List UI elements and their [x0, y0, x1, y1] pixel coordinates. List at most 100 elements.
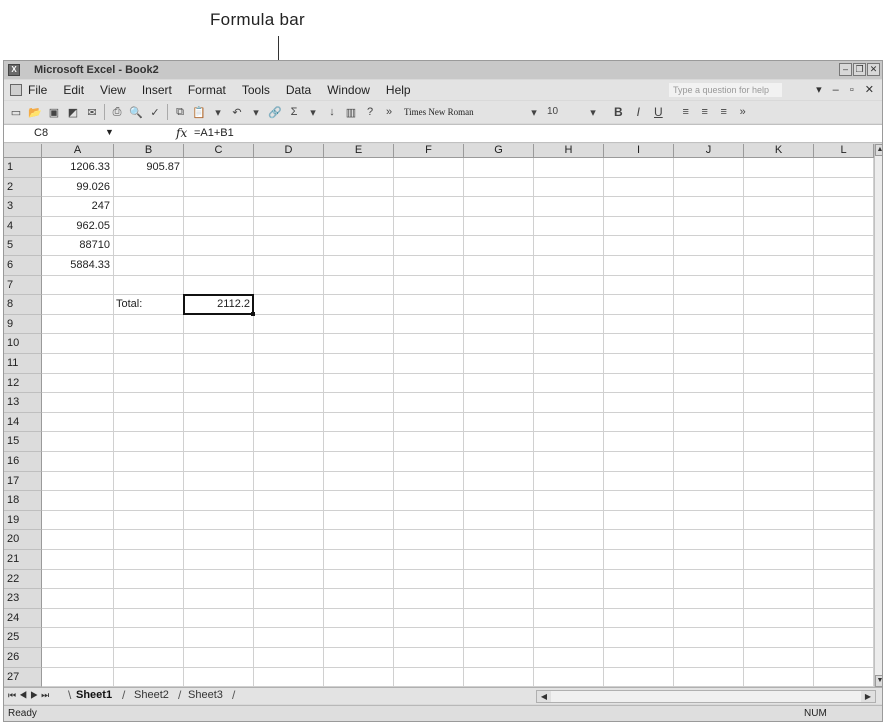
worksheet-grid[interactable]: ABCDEFGHIJKL 1 2 3 4 5 6 7 8 9 10 11 12 13 14 15 16 17 18…	[4, 144, 874, 688]
column-header-h[interactable]: H	[534, 144, 604, 158]
row-header-2[interactable]: 2	[4, 177, 42, 198]
row-header-27[interactable]: 27	[4, 667, 42, 688]
row-header-13[interactable]: 13	[4, 393, 42, 413]
row-header-26[interactable]: 26	[4, 648, 42, 668]
dropdown-arrow-icon[interactable]: ▾	[249, 105, 263, 119]
scroll-right-icon[interactable]: ▶	[861, 691, 875, 702]
print-icon[interactable]: ⎙	[110, 105, 124, 119]
menu-insert[interactable]: Insert	[142, 83, 172, 97]
tab-sheet3[interactable]: Sheet3	[188, 689, 223, 701]
dropdown-arrow-icon[interactable]: ▾	[586, 105, 600, 119]
dropdown-arrow-icon[interactable]: ▾	[211, 105, 225, 119]
row-header-6[interactable]: 6	[4, 256, 42, 276]
open-icon[interactable]: 📂	[28, 105, 42, 119]
column-header-b[interactable]: B	[114, 144, 184, 158]
scroll-left-icon[interactable]: ◀	[537, 691, 551, 702]
ask-question-box[interactable]: Type a question for help	[668, 82, 783, 98]
row-header-12[interactable]: 12	[4, 373, 42, 394]
menu-data[interactable]: Data	[286, 83, 311, 97]
sort-ascending-icon[interactable]: ↓	[325, 105, 339, 119]
cell-c8[interactable]: 2112.2	[186, 298, 250, 312]
menu-help[interactable]: Help	[386, 83, 411, 97]
column-header-g[interactable]: G	[464, 144, 534, 158]
cell-b1[interactable]: 905.87	[116, 161, 180, 175]
tab-scroll-buttons[interactable]: ⏮◀▶⏭	[8, 690, 52, 701]
workbook-icon[interactable]	[10, 84, 22, 96]
row-header-22[interactable]: 22	[4, 569, 42, 590]
minimize-button[interactable]: –	[839, 63, 852, 76]
row-header-17[interactable]: 17	[4, 471, 42, 492]
menu-format[interactable]: Format	[188, 83, 226, 97]
help-icon[interactable]: ?	[363, 105, 377, 119]
column-header-j[interactable]: J	[674, 144, 744, 158]
email-icon[interactable]: ✉	[85, 105, 99, 119]
row-header-9[interactable]: 9	[4, 314, 42, 335]
menu-window[interactable]: Window	[327, 83, 370, 97]
font-name-select[interactable]: Times New Roman	[404, 105, 522, 120]
row-header-14[interactable]: 14	[4, 412, 42, 433]
print-preview-icon[interactable]: 🔍	[129, 105, 143, 119]
cell-a3[interactable]: 247	[44, 200, 110, 214]
row-header-19[interactable]: 19	[4, 510, 42, 531]
tab-sheet2[interactable]: Sheet2	[134, 689, 169, 701]
row-header-15[interactable]: 15	[4, 432, 42, 452]
undo-icon[interactable]: ↶	[230, 105, 244, 119]
scroll-up-icon[interactable]: ▲	[875, 144, 882, 156]
row-header-20[interactable]: 20	[4, 530, 42, 550]
align-right-icon[interactable]: ≡	[717, 105, 731, 119]
row-header-5[interactable]: 5	[4, 236, 42, 256]
column-header-k[interactable]: K	[744, 144, 814, 158]
horizontal-scrollbar[interactable]: ◀ ▶	[536, 690, 876, 703]
row-header-11[interactable]: 11	[4, 354, 42, 374]
cell-a1[interactable]: 1206.33	[44, 161, 110, 175]
cell-a5[interactable]: 88710	[44, 239, 110, 253]
formula-input[interactable]: =A1+B1	[194, 127, 234, 139]
cell-a6[interactable]: 5884.33	[44, 259, 110, 273]
copy-icon[interactable]: ⧉	[173, 105, 187, 119]
restore-button[interactable]: ❐	[853, 63, 866, 76]
paste-icon[interactable]: 📋	[192, 105, 206, 119]
close-button[interactable]: ✕	[867, 63, 880, 76]
dropdown-arrow-icon[interactable]: ▾	[527, 105, 541, 119]
cell-a2[interactable]: 99.026	[44, 181, 110, 195]
row-header-16[interactable]: 16	[4, 452, 42, 472]
italic-button[interactable]: I	[637, 105, 640, 119]
new-icon[interactable]: ▭	[9, 105, 23, 119]
select-all-corner[interactable]	[4, 144, 42, 158]
row-header-24[interactable]: 24	[4, 608, 42, 629]
column-header-e[interactable]: E	[324, 144, 394, 158]
autosum-icon[interactable]: Σ	[287, 105, 301, 119]
cell-b8[interactable]: Total:	[116, 298, 180, 312]
vertical-scrollbar[interactable]: ▲ ▼	[874, 144, 882, 687]
menu-file[interactable]: File	[28, 83, 47, 97]
scroll-down-icon[interactable]: ▼	[875, 675, 882, 687]
underline-button[interactable]: U	[654, 105, 663, 119]
font-size-select[interactable]: 10	[547, 105, 581, 120]
menu-view[interactable]: View	[100, 83, 126, 97]
name-box-dropdown-icon[interactable]: ▼	[105, 127, 114, 137]
row-header-10[interactable]: 10	[4, 334, 42, 354]
column-header-d[interactable]: D	[254, 144, 324, 158]
row-header-3[interactable]: 3	[4, 197, 42, 217]
insert-function-icon[interactable]: fx	[176, 126, 187, 140]
chart-wizard-icon[interactable]: ▥	[344, 105, 358, 119]
row-header-23[interactable]: 23	[4, 589, 42, 609]
menu-edit[interactable]: Edit	[63, 83, 84, 97]
toolbar-options-icon[interactable]: »	[382, 105, 396, 119]
row-header-25[interactable]: 25	[4, 628, 42, 648]
column-header-c[interactable]: C	[184, 144, 254, 158]
cell-a4[interactable]: 962.05	[44, 220, 110, 234]
column-header-f[interactable]: F	[394, 144, 464, 158]
column-header-i[interactable]: I	[604, 144, 674, 158]
row-header-18[interactable]: 18	[4, 491, 42, 511]
row-header-1[interactable]: 1	[4, 158, 42, 178]
row-header-4[interactable]: 4	[4, 216, 42, 237]
column-header-a[interactable]: A	[42, 144, 114, 158]
tab-sheet1[interactable]: Sheet1	[76, 689, 112, 701]
menu-tools[interactable]: Tools	[242, 83, 270, 97]
bold-button[interactable]: B	[614, 105, 623, 119]
align-center-icon[interactable]: ≡	[698, 105, 712, 119]
row-header-8[interactable]: 8	[4, 295, 42, 315]
fill-handle[interactable]	[251, 311, 255, 316]
spelling-icon[interactable]: ✓	[148, 105, 162, 119]
